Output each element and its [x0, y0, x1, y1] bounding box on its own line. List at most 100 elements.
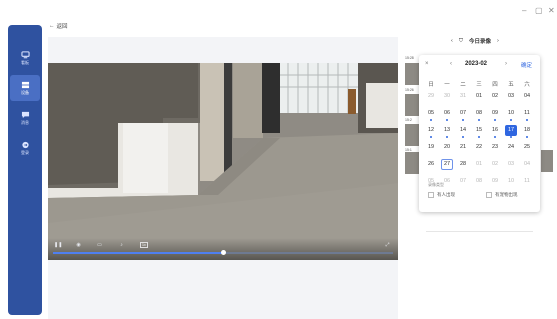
back-button[interactable]: ← 返回: [49, 22, 68, 30]
calendar-day[interactable]: 19: [425, 142, 437, 153]
recording-marker: [446, 136, 448, 138]
recording-marker: [510, 136, 512, 138]
sidebar-item-login[interactable]: 登录: [10, 135, 40, 161]
sidebar-item-message[interactable]: 消息: [10, 105, 40, 131]
calendar-day[interactable]: 04: [521, 159, 533, 170]
confirm-button[interactable]: 确定: [521, 61, 532, 69]
calendar-day[interactable]: 21: [457, 142, 469, 153]
sidebar-item-label: 设备: [21, 90, 29, 95]
calendar-day[interactable]: 10: [505, 176, 517, 187]
pause-icon[interactable]: ❚❚: [54, 243, 62, 248]
recording-marker: [430, 136, 432, 138]
fullscreen-icon[interactable]: ⤢: [384, 243, 391, 248]
checkbox-icon: [428, 192, 434, 198]
sidebar-item-device[interactable]: 设备: [10, 75, 40, 101]
maximize-icon[interactable]: ▢: [535, 6, 543, 15]
filter-label: 有人出现: [437, 192, 455, 197]
calendar-day[interactable]: 01: [473, 159, 485, 170]
calendar-day[interactable]: 31: [457, 91, 469, 102]
calendar-day[interactable]: 11: [521, 108, 533, 119]
calendar-day[interactable]: 17: [505, 125, 517, 136]
calendar-day[interactable]: 05: [425, 108, 437, 119]
recording-marker: [526, 136, 528, 138]
thumb-time: 15:26: [405, 88, 414, 92]
weekday-label: 一: [444, 82, 450, 88]
weekday-label: 六: [524, 82, 530, 88]
calendar-day[interactable]: 01: [473, 91, 485, 102]
calendar-day[interactable]: 20: [441, 142, 453, 153]
calendar-day[interactable]: 13: [441, 125, 453, 136]
progress-bar[interactable]: [53, 250, 393, 255]
camera-icon[interactable]: ◉: [75, 243, 82, 248]
playback-speed[interactable]: 1x: [140, 242, 148, 248]
filter-pet-checkbox[interactable]: 有宠物出现: [486, 192, 518, 198]
video-frame: [48, 63, 398, 260]
calendar-day[interactable]: 28: [457, 159, 469, 170]
calendar-day[interactable]: 08: [473, 176, 485, 187]
recording-thumbnail[interactable]: [405, 152, 419, 174]
calendar-day[interactable]: 02: [489, 159, 501, 170]
recording-marker: [478, 136, 480, 138]
audio-icon[interactable]: ♪: [118, 243, 125, 248]
calendar-day[interactable]: 10: [505, 108, 517, 119]
app-window: – ▢ ✕ 看板 设备 消息 登录 ← 返回 ❚❚ ◉ ▭ ♪ 1x ⤢ ‹ ⛉…: [0, 0, 557, 319]
recording-marker: [462, 136, 464, 138]
recording-thumbnail[interactable]: [405, 63, 419, 85]
filter-label: 有宠物出现: [495, 192, 518, 197]
dashboard-icon: [20, 51, 30, 59]
calendar-day[interactable]: 09: [489, 108, 501, 119]
minimize-icon[interactable]: –: [522, 6, 526, 15]
calendar-day[interactable]: 29: [425, 91, 437, 102]
video-player[interactable]: ❚❚ ◉ ▭ ♪ 1x ⤢: [48, 63, 398, 260]
sidebar-item-label: 看板: [21, 60, 29, 65]
today-label[interactable]: 今日录像: [469, 37, 491, 45]
filter-icon[interactable]: ⛉: [459, 38, 463, 45]
calendar-day[interactable]: 16: [489, 125, 501, 136]
calendar-day[interactable]: 02: [489, 91, 501, 102]
calendar-day[interactable]: 06: [441, 108, 453, 119]
calendar-day[interactable]: 03: [505, 91, 517, 102]
next-month-button[interactable]: ›: [505, 61, 507, 67]
record-icon[interactable]: ▭: [96, 243, 103, 248]
prev-day-button[interactable]: ‹: [451, 38, 453, 44]
progress-fill: [53, 252, 223, 254]
sidebar-item-label: 登录: [21, 150, 29, 155]
calendar-day[interactable]: 04: [521, 91, 533, 102]
calendar-day[interactable]: 18: [521, 125, 533, 136]
calendar-day[interactable]: 11: [521, 176, 533, 187]
recording-marker: [510, 119, 512, 121]
calendar-day[interactable]: 25: [521, 142, 533, 153]
calendar-day[interactable]: 07: [457, 108, 469, 119]
close-icon[interactable]: ✕: [548, 6, 555, 15]
filter-person-checkbox[interactable]: 有人出现: [428, 192, 455, 198]
filter-title: 录像类型: [428, 182, 444, 187]
calendar-month-title: 2023-02: [465, 61, 488, 67]
sidebar-item-dashboard[interactable]: 看板: [10, 45, 40, 71]
calendar-day[interactable]: 23: [489, 142, 501, 153]
calendar-day[interactable]: 08: [473, 108, 485, 119]
calendar-day[interactable]: 14: [457, 125, 469, 136]
close-icon[interactable]: ×: [425, 61, 429, 67]
calendar-day[interactable]: 26: [425, 159, 437, 170]
recording-thumbnail[interactable]: [541, 150, 553, 172]
prev-month-button[interactable]: ‹: [450, 61, 452, 67]
calendar-day[interactable]: 15: [473, 125, 485, 136]
divider: [426, 231, 533, 232]
recording-marker: [478, 119, 480, 121]
weekday-label: 四: [492, 82, 498, 88]
calendar-day[interactable]: 27: [441, 159, 453, 170]
calendar-day[interactable]: 22: [473, 142, 485, 153]
calendar-day[interactable]: 24: [505, 142, 517, 153]
next-day-button[interactable]: ›: [497, 38, 499, 44]
login-icon: [21, 141, 29, 149]
calendar-day[interactable]: 09: [489, 176, 501, 187]
calendar-day[interactable]: 07: [457, 176, 469, 187]
calendar-day[interactable]: 12: [425, 125, 437, 136]
recording-thumbnail[interactable]: [405, 94, 419, 116]
back-label: 返回: [56, 24, 68, 30]
progress-handle[interactable]: [220, 250, 226, 255]
recording-thumbnail[interactable]: [405, 124, 419, 146]
calendar-day[interactable]: 03: [505, 159, 517, 170]
calendar-day[interactable]: 30: [441, 91, 453, 102]
weekday-label: 二: [460, 82, 466, 88]
